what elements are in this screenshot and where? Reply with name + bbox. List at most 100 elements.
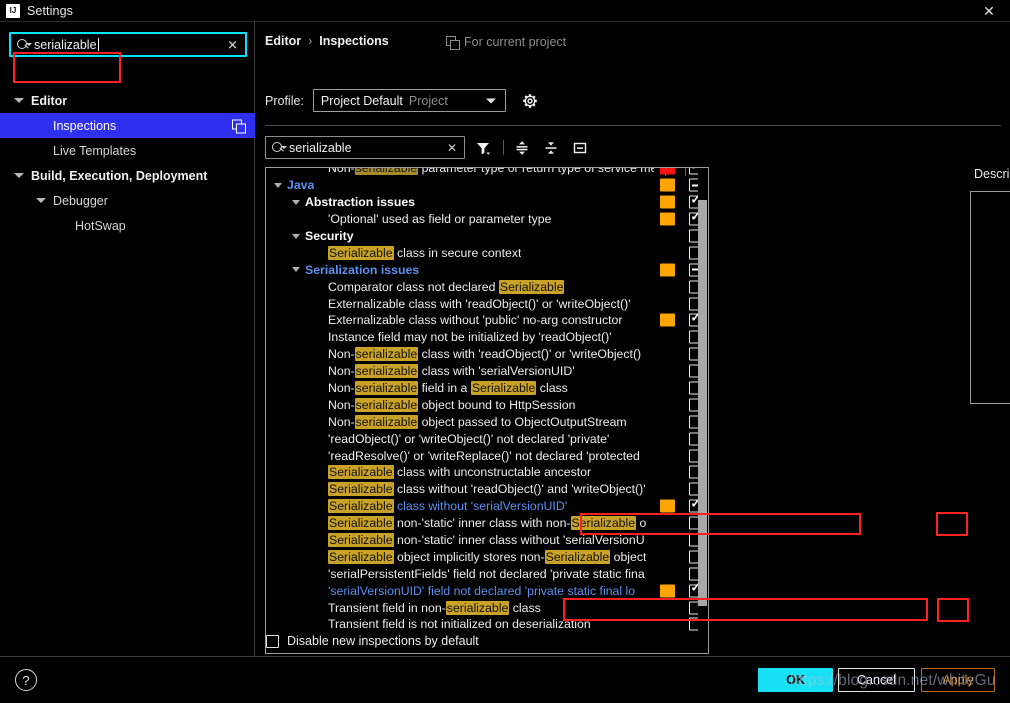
chevron-down-icon[interactable]	[14, 98, 24, 103]
inspection-row-label: 'Optional' used as field or parameter ty…	[328, 212, 552, 227]
inspection-row[interactable]: Externalizable class with 'readObject()'…	[266, 295, 708, 312]
inspection-row[interactable]: Serializable object implicitly stores no…	[266, 548, 708, 565]
severity-badge[interactable]	[660, 212, 675, 226]
inspection-row[interactable]: 'readResolve()' or 'writeReplace()' not …	[266, 447, 708, 464]
gear-icon[interactable]	[522, 92, 539, 109]
inspection-row[interactable]: Non-serializable parameter type or retur…	[266, 168, 708, 177]
inspection-row[interactable]: Abstraction issues	[266, 193, 708, 211]
inspection-row[interactable]: Serializable class with unconstructable …	[266, 464, 708, 481]
inspection-row[interactable]: Transient field is not initialized on de…	[266, 616, 708, 633]
ok-button[interactable]: OK	[758, 668, 833, 692]
chevron-down-icon[interactable]	[14, 173, 24, 178]
chevron-down-icon[interactable]	[292, 233, 300, 239]
chevron-down-icon[interactable]	[292, 199, 300, 205]
sidebar-item-hotswap[interactable]: HotSwap	[0, 213, 255, 238]
chevron-down-icon[interactable]	[274, 182, 282, 188]
sidebar-item-label: Debugger	[53, 193, 108, 208]
disable-new-inspections-row[interactable]: Disable new inspections by default	[266, 634, 479, 648]
inspection-row-label: 'readObject()' or 'writeObject()' not de…	[328, 431, 610, 446]
severity-badge[interactable]	[660, 178, 675, 192]
inspection-row[interactable]: Non-serializable class with 'readObject(…	[266, 346, 708, 363]
cancel-button[interactable]: Cancel	[838, 668, 915, 692]
inspection-row-label: Serializable non-'static' inner class wi…	[328, 533, 645, 548]
toolbar-divider	[503, 140, 504, 155]
reset-icon[interactable]	[569, 137, 591, 159]
inspection-row-label: Non-serializable object passed to Object…	[328, 414, 627, 429]
inspections-tree[interactable]: Non-serializable parameter type or retur…	[265, 167, 709, 654]
description-title: Description	[974, 167, 1010, 181]
inspection-row[interactable]: Serializable class in secure context	[266, 244, 708, 261]
dialog-footer: ? OK Cancel Apply	[0, 657, 1010, 703]
inspection-row[interactable]: Serializable class without 'serialVersio…	[266, 497, 708, 515]
chevron-down-icon	[485, 98, 496, 103]
breadcrumb-parent[interactable]: Editor	[265, 34, 301, 48]
tree-scrollbar-thumb[interactable]	[698, 200, 707, 606]
inspection-row-label: Serializable class in secure context	[328, 245, 522, 260]
inspection-row[interactable]: 'readObject()' or 'writeObject()' not de…	[266, 430, 708, 447]
collapse-all-icon[interactable]	[540, 137, 562, 159]
inspection-row[interactable]: Security	[266, 228, 708, 245]
inspection-row[interactable]: Comparator class not declared Serializab…	[266, 278, 708, 295]
severity-badge[interactable]	[660, 584, 675, 598]
sidebar-tree: Editor Inspections Live Templates Build, Ex…	[0, 88, 255, 238]
inspection-row-label: Externalizable class with 'readObject()'…	[328, 296, 631, 311]
breadcrumb: Editor › Inspections	[265, 34, 389, 48]
inspection-row[interactable]: Non-serializable class with 'serialVersi…	[266, 363, 708, 380]
inspection-row-label: Instance field may not be initialized by…	[328, 330, 612, 345]
expand-all-icon[interactable]	[511, 137, 533, 159]
inspection-row-label: Non-serializable class with 'readObject(…	[328, 347, 642, 362]
close-icon[interactable]: ✕	[968, 0, 1010, 22]
inspection-row[interactable]: Java	[266, 177, 708, 194]
inspection-row[interactable]: Serialization issues	[266, 261, 708, 278]
inspection-row-label: Transient field is not initialized on de…	[328, 617, 591, 632]
settings-search-value: serializable	[34, 37, 99, 52]
disable-new-inspections-label: Disable new inspections by default	[287, 634, 479, 648]
severity-badge[interactable]	[660, 168, 675, 175]
inspection-row-label: 'serialPersistentFields' field not decla…	[328, 566, 645, 581]
disable-new-inspections-checkbox[interactable]	[266, 634, 279, 648]
inspection-row[interactable]: Non-serializable object bound to HttpSes…	[266, 396, 708, 413]
profile-select[interactable]: Project Default Project	[312, 89, 506, 112]
sidebar-item-editor[interactable]: Editor	[0, 88, 255, 113]
filter-clear-icon[interactable]: ✕	[447, 142, 457, 154]
sidebar-item-build-execution-deployment[interactable]: Build, Execution, Deployment	[0, 163, 255, 188]
chevron-down-icon[interactable]	[292, 267, 300, 273]
inspection-row[interactable]: Serializable non-'static' inner class wi…	[266, 515, 708, 532]
sidebar-item-inspections[interactable]: Inspections	[0, 113, 255, 138]
annotation-box-checkbox-serialversionuid-field	[937, 598, 969, 622]
inspection-row-label: Non-serializable field in a Serializable…	[328, 381, 568, 396]
inspection-row[interactable]: Serializable class without 'readObject()…	[266, 481, 708, 498]
copy-icon[interactable]	[232, 119, 245, 132]
chevron-down-icon[interactable]	[36, 198, 46, 203]
inspection-row[interactable]: Externalizable class without 'public' no…	[266, 311, 708, 329]
filter-icon[interactable]	[472, 137, 494, 159]
settings-sidebar: serializable ✕ Editor Inspections Live Tem…	[0, 22, 255, 656]
severity-badge[interactable]	[660, 313, 675, 327]
inspection-row-label: Transient field in non-serializable clas…	[328, 600, 541, 615]
inspection-row[interactable]: 'Optional' used as field or parameter ty…	[266, 210, 708, 228]
severity-badge[interactable]	[660, 499, 675, 513]
description-panel	[970, 191, 1010, 404]
inspection-filter-input[interactable]: serializable ✕	[265, 136, 465, 159]
inspections-toolbar: serializable ✕	[265, 136, 591, 159]
sidebar-item-label: HotSwap	[75, 218, 126, 233]
apply-button[interactable]: Apply	[921, 668, 995, 692]
settings-search-input[interactable]: serializable ✕	[9, 32, 247, 57]
inspection-row[interactable]: Instance field may not be initialized by…	[266, 329, 708, 346]
annotation-box-checkbox-serializable-no-uid	[936, 512, 968, 536]
inspection-row[interactable]: Non-serializable field in a Serializable…	[266, 380, 708, 397]
inspection-row[interactable]: 'serialVersionUID' field not declared 'p…	[266, 582, 708, 599]
inspection-row[interactable]: Serializable non-'static' inner class wi…	[266, 532, 708, 549]
severity-badge[interactable]	[660, 195, 675, 209]
search-clear-icon[interactable]: ✕	[227, 38, 238, 51]
help-button[interactable]: ?	[15, 669, 37, 691]
inspection-row-label: Serializable object implicitly stores no…	[328, 549, 647, 564]
inspection-row[interactable]: 'serialPersistentFields' field not decla…	[266, 565, 708, 582]
sidebar-item-live-templates[interactable]: Live Templates	[0, 138, 255, 163]
inspection-row-label: Serializable class with unconstructable …	[328, 465, 592, 480]
severity-badge[interactable]	[660, 263, 675, 277]
inspection-row[interactable]: Non-serializable object passed to Object…	[266, 413, 708, 430]
inspection-row[interactable]: Transient field in non-serializable clas…	[266, 599, 708, 616]
sidebar-item-debugger[interactable]: Debugger	[0, 188, 255, 213]
inspection-row-label: Serializable class without 'readObject()…	[328, 482, 646, 497]
